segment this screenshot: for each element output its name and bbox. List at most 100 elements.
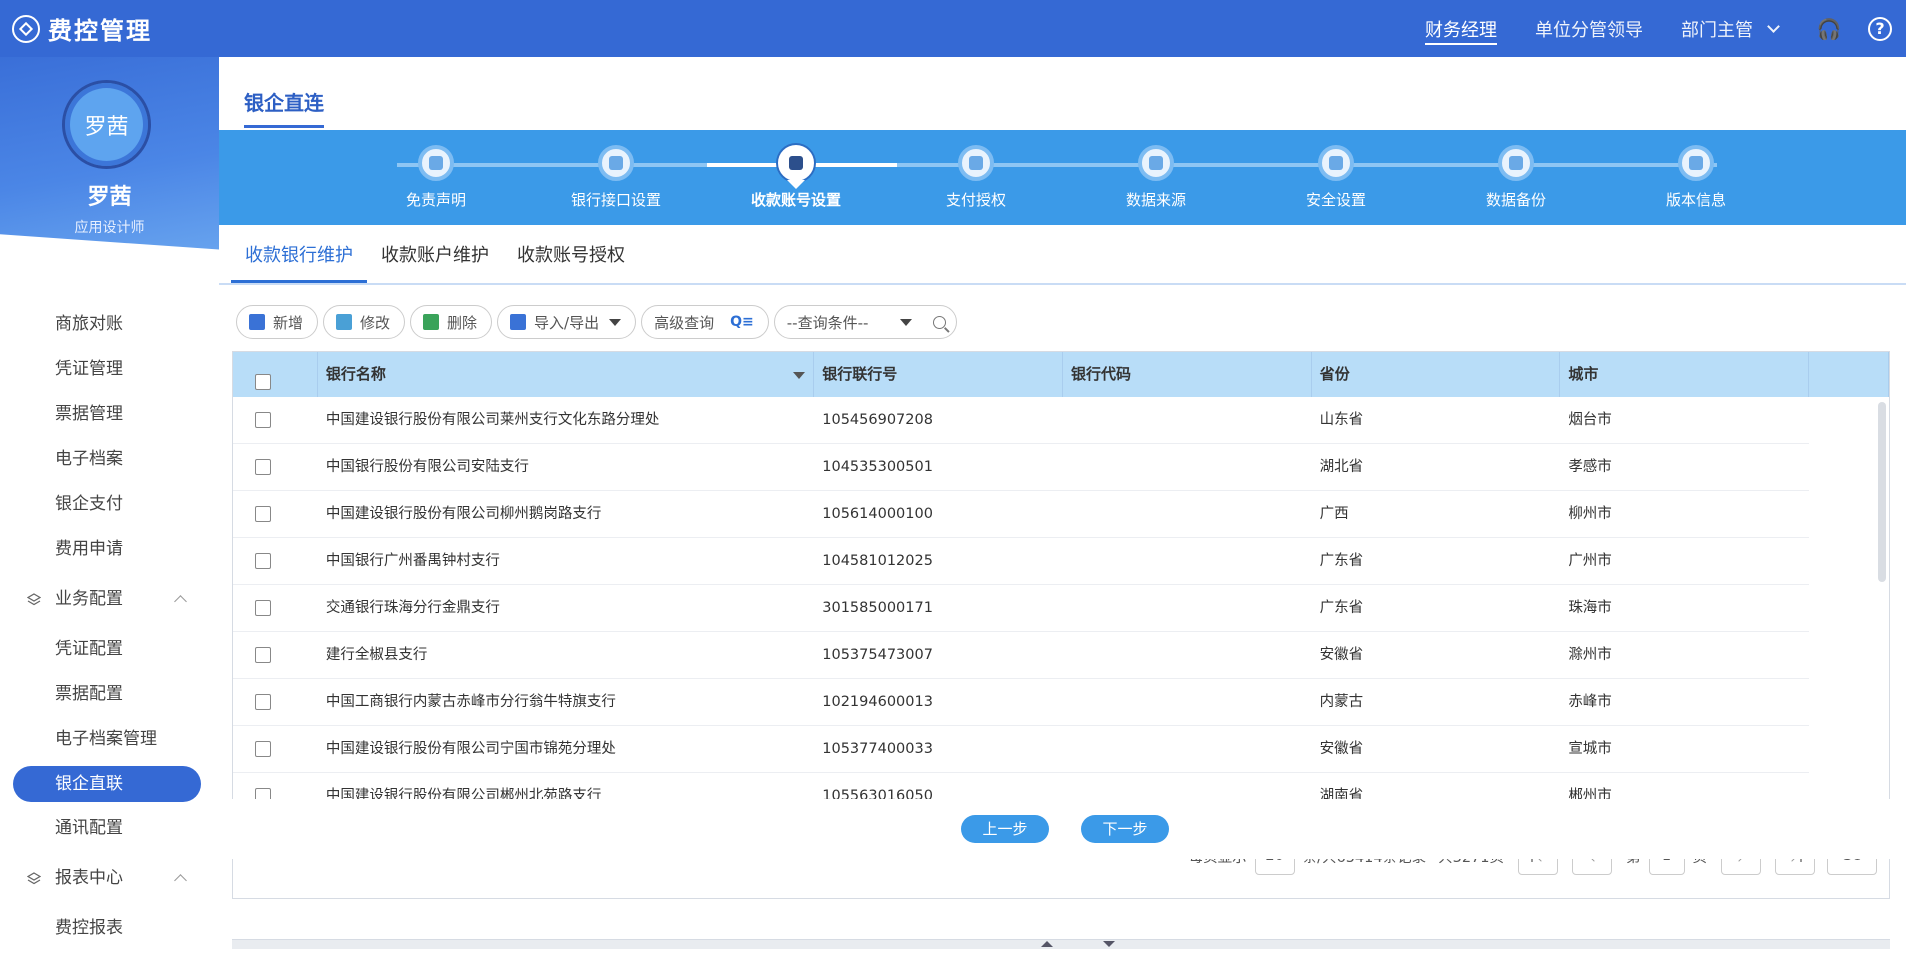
table-row[interactable]: 交通银行珠海分行金鼎支行 301585000171 广东省 珠海市 [233,585,1809,632]
search-icon[interactable] [932,315,946,329]
sidebar-item-expense-report[interactable]: 费控报表 [0,906,219,951]
row-checkbox[interactable] [255,600,271,616]
advanced-query-button[interactable]: 高级查询 Q≡ [641,305,769,339]
trash-icon [423,314,440,330]
col-city[interactable]: 城市 [1560,352,1810,397]
sidebar-item-expense-request[interactable]: 费用申请 [0,527,219,572]
row-checkbox[interactable] [255,459,271,475]
collapse-up-icon[interactable] [1041,941,1053,947]
table-row[interactable]: 建行全椒县支行 105375473007 安徽省 滁州市 [233,632,1809,679]
printer-icon [598,145,634,181]
role-dept-head[interactable]: 部门主管 [1681,0,1780,57]
sidebar-item-comm-config[interactable]: 通讯配置 [0,806,219,851]
resize-handle[interactable] [232,939,1890,949]
sidebar-item-voucher-config[interactable]: 凭证配置 [0,627,219,672]
cell-bank-code-number: 104581012025 [822,553,933,569]
add-button[interactable]: 新增 [236,305,319,339]
headset-icon[interactable]: 🎧 [1816,16,1842,42]
query-condition-select[interactable]: --查询条件-- [773,305,957,339]
delete-label: 删除 [447,313,478,332]
prev-step-button[interactable]: 上一步 [961,815,1049,843]
step-security[interactable]: 安全设置 [1261,145,1411,210]
document-icon [418,145,454,181]
tab-receiving-account[interactable]: 收款账户维护 [367,227,503,283]
caret-down-icon [899,318,912,326]
brand: 费控管理 [0,11,219,46]
sidebar-item-e-archive[interactable]: 电子档案 [0,437,219,482]
cell-bank-code-number: 105377400033 [822,741,933,757]
sidebar-item-invoice-mgmt[interactable]: 票据管理 [0,392,219,437]
toolbar: 新增 修改 删除 导入/导出 高级查询 Q≡ --查询条件-- [236,305,962,339]
sidebar-item-voucher-mgmt[interactable]: 凭证管理 [0,347,219,392]
role-unit-leader[interactable]: 单位分管领导 [1535,0,1643,57]
col-bank-code[interactable]: 银行代码 [1063,352,1312,397]
tab-account-auth[interactable]: 收款账号授权 [503,227,639,283]
col-spacer [1809,352,1889,397]
role-dept-head-label: 部门主管 [1681,19,1753,41]
delete-button[interactable]: 删除 [410,305,493,339]
help-icon[interactable]: ? [1868,16,1892,41]
table-row[interactable]: 中国银行广州番禺钟村支行 104581012025 广东省 广州市 [233,538,1809,585]
shield-icon [958,145,994,181]
cell-city: 烟台市 [1568,412,1612,428]
cell-bank-code [1063,679,1312,725]
table-row[interactable]: 中国建设银行股份有限公司莱州支行文化东路分理处 105456907208 山东省 烟台… [233,397,1809,444]
app-title: 费控管理 [48,17,152,45]
col-bank-code-number[interactable]: 银行联行号 [814,352,1063,397]
sidebar-item-e-archive-mgmt[interactable]: 电子档案管理 [0,717,219,762]
main-area: 银企直连 免责声明 银行接口设置 收款账号设置 支付授权 数据来源 安全设置 数… [219,57,1906,967]
step-label: 支付授权 [945,191,1006,209]
step-version[interactable]: 版本信息 [1621,145,1771,210]
expand-down-icon[interactable] [1103,941,1115,947]
sidebar-item-bank-payment[interactable]: 银企支付 [0,482,219,527]
avatar[interactable]: 罗茜 [62,80,151,169]
sidebar-item-bank-direct[interactable]: 银企直联 [13,766,201,802]
row-checkbox-cell [233,491,318,537]
step-payment-auth[interactable]: 支付授权 [901,145,1051,210]
col-label: 银行名称 [325,365,386,383]
cell-city: 宣城市 [1568,741,1612,757]
sidebar-item-invoice-config[interactable]: 票据配置 [0,672,219,717]
monitor-icon [1138,145,1174,181]
page-title: 银企直连 [244,87,324,128]
step-receiving-account[interactable]: 收款账号设置 [721,145,871,210]
col-bank-name[interactable]: 银行名称 [318,352,815,397]
cell-bank-name: 中国建设银行股份有限公司莱州支行文化东路分理处 [325,412,660,428]
table-row[interactable]: 中国银行股份有限公司安陆支行 104535300501 湖北省 孝感市 [233,444,1809,491]
vertical-scrollbar[interactable] [1878,402,1886,582]
sidebar-item-travel-reconcile[interactable]: 商旅对账 [0,302,219,347]
app-logo-icon [12,14,40,43]
row-checkbox[interactable] [255,647,271,663]
top-right: 财务经理 单位分管领导 部门主管 🎧 ? [1425,0,1906,57]
row-checkbox[interactable] [255,694,271,710]
row-checkbox[interactable] [255,553,271,569]
row-checkbox[interactable] [255,412,271,428]
table-row[interactable]: 中国建设银行股份有限公司宁国市锦苑分理处 105377400033 安徽省 宣城市 [233,726,1809,773]
edit-button[interactable]: 修改 [323,305,406,339]
step-bank-interface[interactable]: 银行接口设置 [541,145,691,210]
step-data-source[interactable]: 数据来源 [1081,145,1231,210]
step-data-backup[interactable]: 数据备份 [1441,145,1591,210]
row-checkbox[interactable] [255,741,271,757]
sidebar-group-business-config[interactable]: 业务配置 [0,572,219,627]
cell-bank-code [1063,726,1312,772]
search-filter-icon: Q≡ [730,314,754,330]
import-export-button[interactable]: 导入/导出 [497,305,637,339]
sidebar-group-report-center[interactable]: 报表中心 [0,851,219,906]
sort-down-icon[interactable] [793,372,806,379]
table-row[interactable]: 中国建设银行股份有限公司柳州鹅岗路支行 105614000100 广西 柳州市 [233,491,1809,538]
tab-receiving-bank[interactable]: 收款银行维护 [231,227,367,283]
cell-province: 广西 [1319,506,1349,522]
table-row[interactable]: 中国工商银行内蒙古赤峰市分行翁牛特旗支行 102194600013 内蒙古 赤峰市 [233,679,1809,726]
role-finance-manager[interactable]: 财务经理 [1425,0,1497,57]
row-checkbox[interactable] [255,506,271,522]
sidebar-group-label: 报表中心 [55,868,123,888]
select-all-checkbox[interactable] [255,373,271,390]
wizard-footer: 上一步 下一步 [219,799,1906,859]
col-province[interactable]: 省份 [1312,352,1561,397]
cell-bank-code-number: 105456907208 [822,412,933,428]
cell-bank-code-number: 105375473007 [822,647,933,663]
step-disclaimer[interactable]: 免责声明 [361,145,511,210]
header-checkbox-cell [233,352,318,397]
next-step-button[interactable]: 下一步 [1081,815,1169,843]
